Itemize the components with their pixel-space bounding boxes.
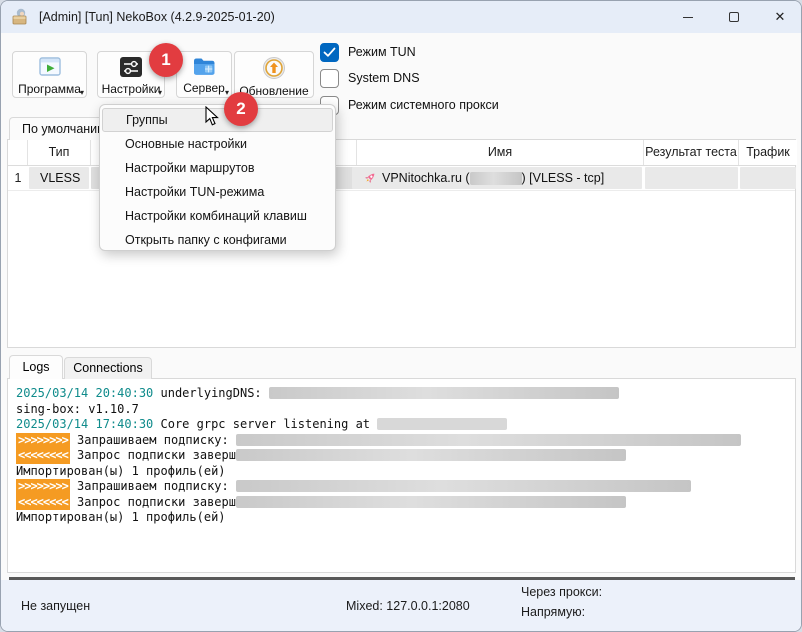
- direct-label: Напрямую:: [521, 605, 585, 619]
- server-button-label: Сервер: [183, 82, 225, 95]
- mixed-port-label: Mixed: 127.0.0.1:2080: [346, 599, 470, 613]
- row-test-result-cell[interactable]: [645, 167, 738, 189]
- incoming-arrows-icon: <<<<<<<<: [16, 495, 70, 511]
- program-dropdown-caret: ▾: [80, 89, 84, 97]
- row-number: 1: [8, 167, 28, 189]
- update-button[interactable]: Обновление: [234, 51, 314, 98]
- system-proxy-label: Режим системного прокси: [348, 98, 499, 112]
- tab-connections[interactable]: Connections: [64, 357, 152, 379]
- redacted-text: [377, 418, 507, 430]
- splitter-handle[interactable]: [9, 577, 795, 580]
- tun-mode-checkbox-row[interactable]: Режим TUN: [320, 42, 416, 62]
- tun-mode-checkbox[interactable]: [320, 43, 339, 62]
- tab-logs[interactable]: Logs: [9, 355, 63, 379]
- log-line: Импортирован(ы) 1 профиль(ей): [16, 510, 795, 526]
- log-line: <<<<<<<< Запрос подписки заверш: [16, 448, 795, 464]
- redacted-text: [236, 496, 626, 508]
- tun-mode-label: Режим TUN: [348, 45, 416, 59]
- profile-group-tab[interactable]: По умолчанию: [9, 117, 109, 140]
- column-header-name[interactable]: Имя: [357, 140, 644, 165]
- row-name-cell[interactable]: VPNitochka.ru ( ) [VLESS - tcp]: [352, 167, 642, 189]
- log-line: <<<<<<<< Запрос подписки заверш: [16, 495, 795, 511]
- server-name-prefix: VPNitochka.ru (: [382, 171, 470, 185]
- maximize-button[interactable]: [711, 1, 757, 33]
- program-button-label: Программа: [18, 83, 81, 96]
- rocket-icon: [363, 171, 377, 185]
- row-traffic-cell[interactable]: [740, 167, 796, 189]
- menu-item-route-settings[interactable]: Настройки маршрутов: [100, 156, 335, 180]
- menu-item-hotkey-settings[interactable]: Настройки комбинаций клавиш: [100, 204, 335, 228]
- log-line: Импортирован(ы) 1 профиль(ей): [16, 464, 795, 480]
- settings-icon: [119, 56, 143, 83]
- log-line: sing-box: v1.10.7: [16, 402, 795, 418]
- system-dns-checkbox[interactable]: [320, 69, 339, 88]
- app-icon: [11, 8, 29, 31]
- program-icon: [38, 56, 62, 83]
- nekobox-window: [Admin] [Tun] NekoBox (4.2.9-2025-01-20)…: [0, 0, 802, 632]
- log-line: 2025/03/14 20:40:30 underlyingDNS:: [16, 386, 795, 402]
- server-folder-icon: [192, 56, 216, 82]
- column-header-type[interactable]: Тип: [28, 140, 91, 165]
- log-line: 2025/03/14 17:40:30 Core grpc server lis…: [16, 417, 795, 433]
- menu-item-open-config-folder[interactable]: Открыть папку с конфигами: [100, 228, 335, 252]
- incoming-arrows-icon: <<<<<<<<: [16, 448, 70, 464]
- window-title: [Admin] [Tun] NekoBox (4.2.9-2025-01-20): [39, 1, 275, 33]
- redacted-text: [269, 387, 619, 399]
- table-corner-header: [8, 140, 28, 165]
- column-header-traffic[interactable]: Трафик: [739, 140, 797, 165]
- outgoing-arrows-icon: >>>>>>>>: [16, 479, 70, 495]
- redacted-text: [236, 449, 626, 461]
- update-icon: [262, 56, 286, 85]
- annotation-step-2-badge: 2: [224, 92, 258, 126]
- server-name-suffix: ) [VLESS - tcp]: [522, 171, 605, 185]
- server-name-redacted: [470, 172, 522, 185]
- outgoing-arrows-icon: >>>>>>>>: [16, 433, 70, 449]
- via-proxy-label: Через прокси:: [521, 585, 602, 599]
- mouse-cursor-icon: [205, 106, 220, 132]
- menu-item-basic-settings[interactable]: Основные настройки: [100, 132, 335, 156]
- log-line: >>>>>>>> Запрашиваем подписку:: [16, 433, 795, 449]
- row-type-cell[interactable]: VLESS: [29, 167, 89, 189]
- titlebar: [Admin] [Tun] NekoBox (4.2.9-2025-01-20)…: [1, 1, 802, 33]
- redacted-text: [236, 480, 691, 492]
- settings-dropdown-caret: ▾: [158, 89, 162, 97]
- column-header-test-result[interactable]: Результат теста: [644, 140, 739, 165]
- system-dns-label: System DNS: [348, 71, 420, 85]
- maximize-icon: [729, 12, 739, 22]
- server-button[interactable]: Сервер ▾: [176, 51, 232, 98]
- system-dns-checkbox-row[interactable]: System DNS: [320, 68, 420, 88]
- menu-item-tun-settings[interactable]: Настройки TUN-режима: [100, 180, 335, 204]
- minimize-icon: [683, 17, 693, 18]
- redacted-text: [236, 434, 741, 446]
- minimize-button[interactable]: [665, 1, 711, 33]
- system-proxy-checkbox-row[interactable]: Режим системного прокси: [320, 95, 499, 115]
- check-icon: [323, 47, 336, 58]
- log-output: 2025/03/14 20:40:30 underlyingDNS: sing-…: [7, 378, 796, 573]
- run-state-label: Не запущен: [21, 599, 90, 613]
- annotation-step-1-badge: 1: [149, 43, 183, 77]
- program-button[interactable]: Программа ▾: [12, 51, 87, 98]
- close-icon: ✕: [775, 9, 786, 25]
- close-button[interactable]: ✕: [757, 1, 802, 33]
- log-line: >>>>>>>> Запрашиваем подписку:: [16, 479, 795, 495]
- status-bar: Не запущен Mixed: 127.0.0.1:2080 Через п…: [1, 580, 802, 632]
- settings-button-label: Настройки: [102, 83, 161, 96]
